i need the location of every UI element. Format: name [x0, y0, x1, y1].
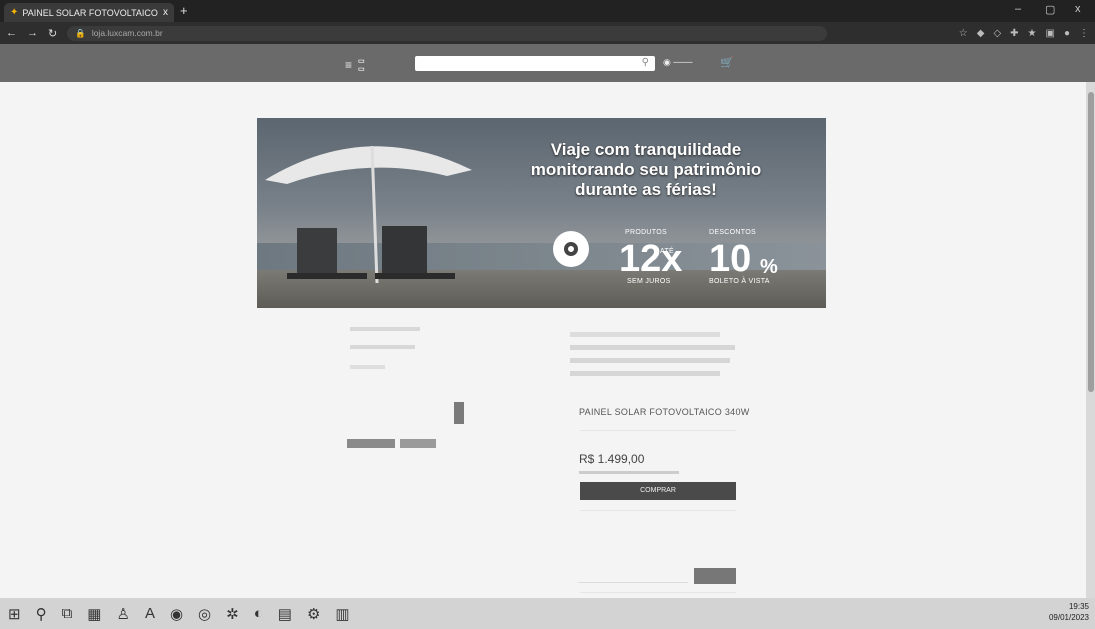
- browser-tab-strip: ✦ PAINEL SOLAR FOTOVOLTAICO x + – ▢ x: [0, 0, 1095, 22]
- tab-title: PAINEL SOLAR FOTOVOLTAICO: [22, 7, 158, 18]
- product-meta: [350, 365, 385, 369]
- divider: [580, 430, 736, 431]
- extension-icon[interactable]: ✚: [1010, 28, 1018, 39]
- lock-icon: 🔒: [75, 27, 86, 38]
- price-note: [579, 471, 679, 474]
- bookmark-star-icon[interactable]: ☆: [959, 28, 968, 39]
- divider: [580, 510, 736, 511]
- clock-time: 19:35: [1068, 602, 1089, 611]
- favicon-icon: ✦: [10, 7, 19, 18]
- banner-headline-2: monitorando seu patrimônio: [530, 160, 762, 179]
- divider: [580, 592, 736, 593]
- search-icon[interactable]: ⚲: [642, 57, 649, 68]
- banner-headline-1: Viaje com tranquilidade: [550, 140, 742, 159]
- profile-icon[interactable]: ●: [1064, 28, 1070, 39]
- buy-button[interactable]: COMPRAR: [580, 482, 736, 500]
- url-text: loja.luxcam.com.br: [91, 28, 163, 38]
- app-icon[interactable]: ♙: [116, 605, 129, 623]
- browser-toolbar: ← → ↻ 🔒 loja.luxcam.com.br ☆ ◆ ◇ ✚ ★ ▣ ●…: [0, 22, 1095, 44]
- menu-icon[interactable]: ≡: [345, 58, 352, 72]
- product-price: R$ 1.499,00: [579, 452, 645, 466]
- parcelas-value: 12x: [619, 238, 683, 280]
- site-logo[interactable]: ▭ ▭: [358, 58, 365, 74]
- scrollbar-thumb[interactable]: [1088, 92, 1094, 392]
- gallery-button[interactable]: [347, 439, 395, 448]
- minimize-button[interactable]: –: [1015, 3, 1021, 15]
- address-bar[interactable]: 🔒 loja.luxcam.com.br: [67, 25, 828, 41]
- reload-icon[interactable]: ↻: [48, 27, 57, 40]
- cep-calculate-button[interactable]: [694, 568, 736, 584]
- product-meta: [350, 345, 415, 349]
- os-taskbar: ⊞ ⚲ ⧉ ▦ ♙ A ◉ ◎ ✲ ◐ ▤ ⚙ ▥ 19:35 09/01/20…: [0, 598, 1095, 629]
- app-icon[interactable]: ✲: [226, 605, 239, 623]
- extension-icon[interactable]: ★: [1028, 28, 1037, 39]
- app-icon[interactable]: ▦: [87, 605, 101, 623]
- kebab-menu-icon[interactable]: ⋮: [1079, 28, 1089, 39]
- gallery-button[interactable]: [400, 439, 436, 448]
- extension-icon[interactable]: ◆: [977, 28, 985, 39]
- windows-icon[interactable]: ⊞: [8, 605, 21, 623]
- cart-icon[interactable]: 🛒: [720, 56, 734, 69]
- clock-date: 09/01/2023: [1048, 613, 1089, 622]
- task-view-icon[interactable]: ⧉: [62, 605, 73, 622]
- product-name: PAINEL SOLAR FOTOVOLTAICO 340W: [579, 407, 750, 417]
- boleto-label: BOLETO À VISTA: [709, 278, 770, 285]
- close-window-button[interactable]: x: [1075, 3, 1081, 15]
- app-icon[interactable]: ◐: [254, 605, 263, 622]
- search-icon[interactable]: ⚲: [36, 605, 47, 623]
- tab-close-icon[interactable]: x: [163, 7, 168, 18]
- produtos-label: PRODUTOS: [625, 229, 667, 236]
- forward-icon[interactable]: →: [27, 27, 38, 39]
- sem-juros-label: SEM JUROS: [627, 278, 671, 285]
- new-tab-button[interactable]: +: [180, 3, 188, 18]
- banner-headline-3: durante as férias!: [575, 180, 717, 199]
- cep-input[interactable]: [578, 570, 688, 583]
- browser-tab[interactable]: ✦ PAINEL SOLAR FOTOVOLTAICO x: [4, 3, 174, 22]
- site-header: ≡ ▭ ▭ ⚲ ◉ ─── 🛒: [0, 44, 1095, 82]
- promo-banner[interactable]: Viaje com tranquilidade monitorando seu …: [257, 118, 826, 308]
- desconto-value: 10: [709, 238, 752, 280]
- back-icon[interactable]: ←: [6, 27, 17, 39]
- maximize-button[interactable]: ▢: [1045, 3, 1055, 16]
- camera-icon: [553, 231, 589, 267]
- percent-sign: %: [760, 256, 778, 278]
- app-icon[interactable]: ◎: [198, 605, 211, 623]
- app-icon[interactable]: A: [145, 605, 155, 622]
- user-icon[interactable]: ◉ ───: [663, 57, 692, 68]
- descontos-label: DESCONTOS: [709, 229, 756, 236]
- extension-icon[interactable]: ◇: [993, 28, 1001, 39]
- breadcrumb[interactable]: [350, 327, 420, 331]
- chrome-icon[interactable]: ◉: [170, 605, 183, 623]
- app-icon[interactable]: ▥: [335, 605, 349, 623]
- system-clock[interactable]: 19:35 09/01/2023: [1049, 601, 1089, 623]
- product-thumbnail[interactable]: [454, 402, 464, 424]
- settings-icon[interactable]: ⚙: [307, 605, 320, 623]
- product-title-area: [570, 328, 742, 384]
- search-input[interactable]: ⚲: [415, 56, 655, 71]
- extension-icons: ☆ ◆ ◇ ✚ ★ ▣ ● ⋮: [959, 28, 1089, 39]
- app-icon[interactable]: ▤: [278, 605, 292, 623]
- extension-icon[interactable]: ▣: [1046, 28, 1055, 39]
